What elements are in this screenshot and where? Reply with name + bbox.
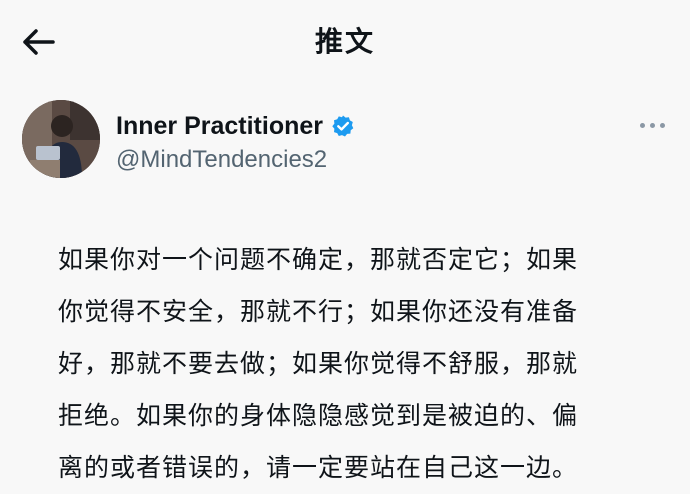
avatar-image xyxy=(22,100,100,178)
author-header: Inner Practitioner @MindTendencies2 xyxy=(22,100,672,182)
verified-badge-icon xyxy=(331,114,355,138)
top-bar: 推文 xyxy=(0,0,690,82)
tweet-page: 推文 Inner Practitioner @MindTendencies2 如… xyxy=(0,0,690,494)
more-options-button[interactable] xyxy=(632,112,672,138)
tweet-text: 如果你对一个问题不确定，那就否定它；如果 你觉得不安全，那就不行；如果你还没有准… xyxy=(58,245,579,482)
author-name[interactable]: Inner Practitioner xyxy=(116,112,323,141)
author-name-row: Inner Practitioner xyxy=(116,108,355,144)
more-horizontal-icon xyxy=(639,122,645,128)
avatar[interactable] xyxy=(22,100,100,178)
author-handle[interactable]: @MindTendencies2 xyxy=(116,146,327,174)
more-horizontal-icon xyxy=(649,122,655,128)
more-horizontal-icon xyxy=(659,122,665,128)
page-title: 推文 xyxy=(314,25,375,58)
